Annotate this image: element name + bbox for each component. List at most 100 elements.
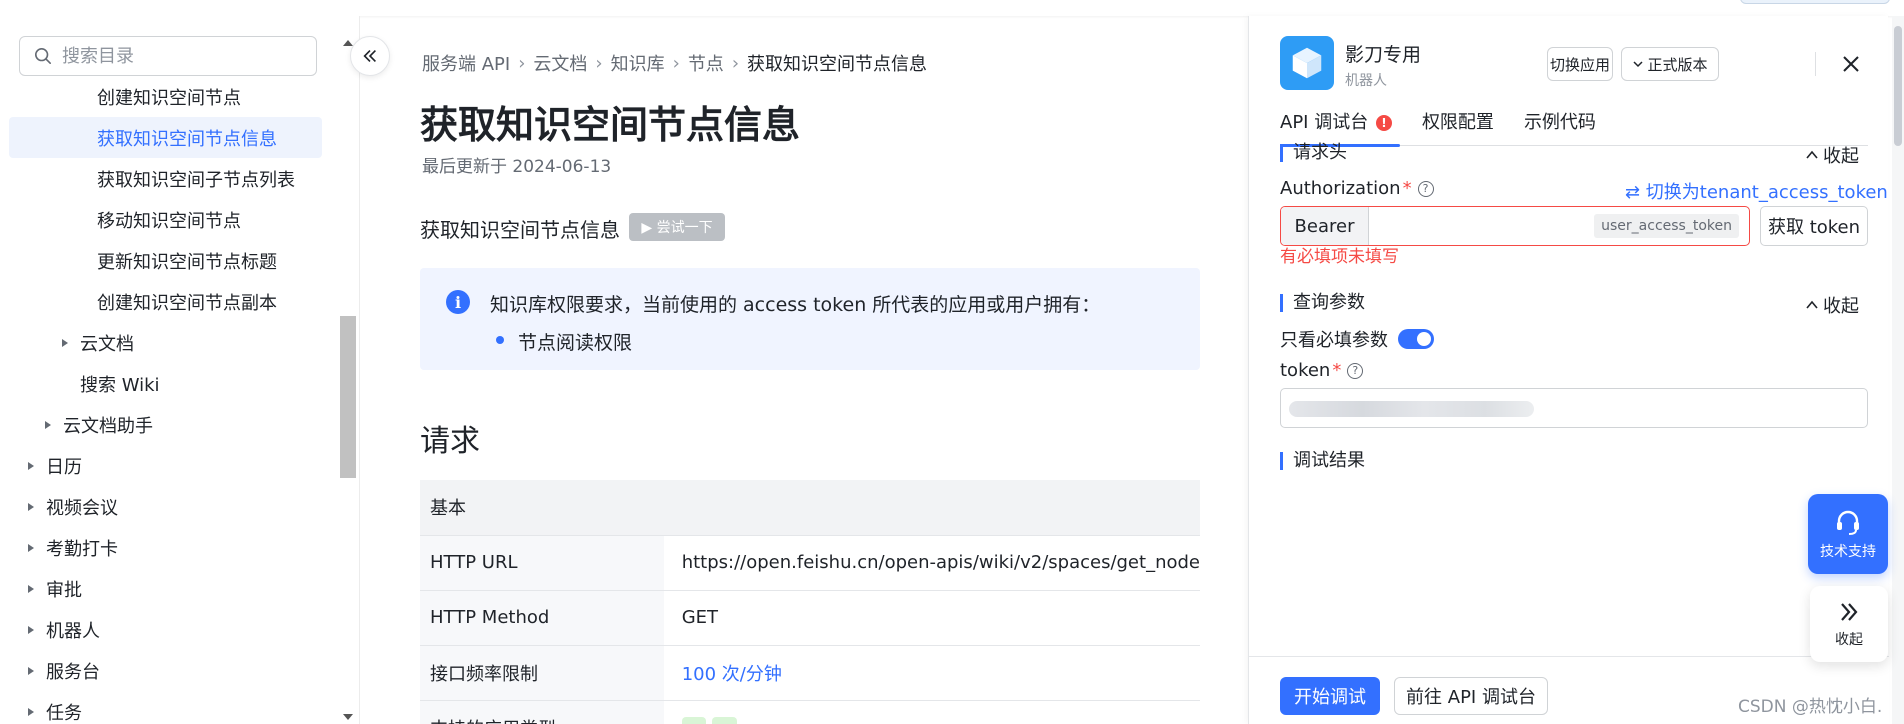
authorization-input[interactable] (1369, 207, 1595, 245)
sidebar-item-label: 审批 (46, 579, 82, 601)
sidebar-item[interactable]: 创建知识空间节点副本 (0, 281, 340, 322)
redacted-value (1289, 401, 1534, 417)
request-table: 基本 HTTP URL https://open.feishu.cn/open-… (420, 480, 1200, 724)
sidebar-item[interactable]: 审批 (0, 568, 340, 609)
sidebar-item[interactable]: 日历 (0, 445, 340, 486)
sidebar-item[interactable]: 更新知识空间节点标题 (0, 240, 340, 281)
headers-section-title: 请求头 (1280, 144, 1347, 162)
auth-label-text: Authorization (1280, 178, 1401, 199)
caret-right-icon[interactable] (26, 707, 36, 717)
help-icon[interactable]: ? (1347, 362, 1364, 379)
caret-right-icon[interactable] (26, 584, 36, 594)
goto-console-button[interactable]: 前往 API 调试台 (1394, 677, 1548, 715)
version-dropdown[interactable]: 正式版本 (1621, 47, 1719, 81)
table-row: HTTP Method GET (420, 590, 1200, 646)
table-key: 支持的应用类型 (420, 700, 664, 724)
tab-api-console[interactable]: API 调试台 ! (1280, 108, 1400, 147)
sidebar-item[interactable]: 获取知识空间节点信息 (9, 117, 322, 158)
token-type-tag: user_access_token (1594, 214, 1739, 238)
switch-token-link[interactable]: ⇄ 切换为tenant_access_token (1625, 178, 1888, 204)
table-row-partial: 支持的应用类型 (420, 700, 1200, 724)
sidebar-item-label: 更新知识空间节点标题 (97, 251, 277, 273)
version-label: 正式版本 (1647, 55, 1708, 74)
tech-support-button[interactable]: 技术支持 (1808, 494, 1888, 574)
caret-right-icon[interactable] (26, 625, 36, 635)
table-value: https://open.feishu.cn/open-apis/wiki/v2… (663, 535, 1200, 591)
sidebar-item[interactable]: 云文档助手 (0, 404, 340, 445)
header-divider (1815, 52, 1816, 76)
sidebar-scrollbar[interactable] (340, 40, 356, 720)
required-mark: * (1332, 360, 1342, 381)
tab-permissions[interactable]: 权限配置 (1422, 108, 1494, 146)
sidebar-item[interactable]: 任务 (0, 691, 340, 724)
breadcrumb-separator: › (518, 52, 526, 74)
fold-label: 收起 (1823, 146, 1859, 167)
fold-float-button[interactable]: 收起 (1810, 586, 1888, 662)
sidebar-item[interactable]: 搜索 Wiki (0, 363, 340, 404)
last-updated: 最后更新于 2024-06-13 (422, 157, 612, 177)
sidebar-item-label: 搜索 Wiki (80, 374, 160, 396)
table-row: 接口频率限制 100 次/分钟 (420, 645, 1200, 701)
sidebar-item-label: 视频会议 (46, 497, 118, 519)
breadcrumb-item[interactable]: 服务端 API (422, 50, 510, 76)
required-only-label: 只看必填参数 (1280, 330, 1388, 351)
table-header: 基本 (420, 480, 1200, 536)
cube-icon (1292, 47, 1322, 79)
sidebar-item[interactable]: 移动知识空间节点 (0, 199, 340, 240)
query-fold-toggle[interactable]: 收起 (1805, 292, 1859, 318)
close-icon[interactable] (1839, 52, 1863, 76)
breadcrumb-item[interactable]: 节点 (688, 50, 724, 76)
double-chevron-right-icon (1841, 603, 1858, 621)
query-section-title: 查询参数 (1280, 294, 1365, 312)
caret-right-icon[interactable] (26, 461, 36, 471)
app-type-tag (681, 717, 707, 724)
breadcrumb-item[interactable]: 知识库 (611, 50, 665, 76)
scroll-thumb[interactable] (340, 316, 356, 478)
headset-icon (1837, 510, 1859, 535)
required-only-toggle[interactable] (1398, 329, 1434, 349)
info-icon: i (446, 290, 470, 314)
fold-label: 收起 (1823, 296, 1859, 317)
scroll-up-arrow[interactable] (343, 40, 353, 46)
sidebar-item[interactable]: 服务台 (0, 650, 340, 691)
tab-sample-code[interactable]: 示例代码 (1524, 108, 1596, 146)
api-debug-panel: 影刀专用 机器人 切换应用 正式版本 API 调试台 ! 权限配置 示例代码 请… (1248, 16, 1889, 724)
sidebar-item[interactable]: 创建知识空间节点 (0, 76, 340, 117)
page-title: 获取知识空间节点信息 (420, 103, 801, 147)
search-input[interactable] (62, 45, 302, 67)
app-type-tag (712, 717, 737, 724)
sidebar-item[interactable]: 云文档 (0, 322, 340, 363)
token-label: token *? (1280, 360, 1364, 381)
caret-right-icon[interactable] (26, 502, 36, 512)
sidebar-item-label: 获取知识空间子节点列表 (97, 169, 295, 191)
panel-scroll-thumb[interactable] (1894, 26, 1902, 146)
help-icon[interactable]: ? (1417, 180, 1434, 197)
top-bar-pill[interactable] (1740, 0, 1890, 4)
start-debug-button[interactable]: 开始调试 (1280, 677, 1380, 715)
caret-right-icon[interactable] (26, 543, 36, 553)
panel-scrollbar[interactable] (1892, 16, 1904, 724)
caret-right-icon[interactable] (43, 420, 53, 430)
headers-fold-toggle[interactable]: 收起 (1805, 142, 1859, 168)
get-token-button[interactable]: 获取 token (1760, 206, 1868, 246)
caret-right-icon[interactable] (60, 338, 70, 348)
sidebar-item-label: 云文档 (80, 333, 134, 355)
sidebar-item[interactable]: 视频会议 (0, 486, 340, 527)
app-icon (1280, 36, 1334, 90)
rate-limit-link[interactable]: 100 次/分钟 (682, 664, 782, 685)
sidebar-item[interactable]: 获取知识空间子节点列表 (0, 158, 340, 199)
bullet-dot (496, 336, 504, 344)
breadcrumb-separator: › (731, 52, 740, 74)
search-box[interactable] (19, 36, 317, 76)
token-input[interactable] (1280, 388, 1868, 428)
caret-right-icon[interactable] (26, 666, 36, 676)
required-only-row: 只看必填参数 (1280, 326, 1434, 352)
scroll-down-arrow[interactable] (343, 714, 353, 720)
switch-app-button[interactable]: 切换应用 (1547, 47, 1613, 81)
sidebar-item[interactable]: 考勤打卡 (0, 527, 340, 568)
try-it-button[interactable]: ▶ 尝试一下 (629, 213, 725, 241)
breadcrumb-item[interactable]: 云文档 (533, 50, 587, 76)
table-key: HTTP Method (420, 590, 664, 646)
sidebar-item-label: 机器人 (46, 620, 100, 642)
sidebar-item[interactable]: 机器人 (0, 609, 340, 650)
